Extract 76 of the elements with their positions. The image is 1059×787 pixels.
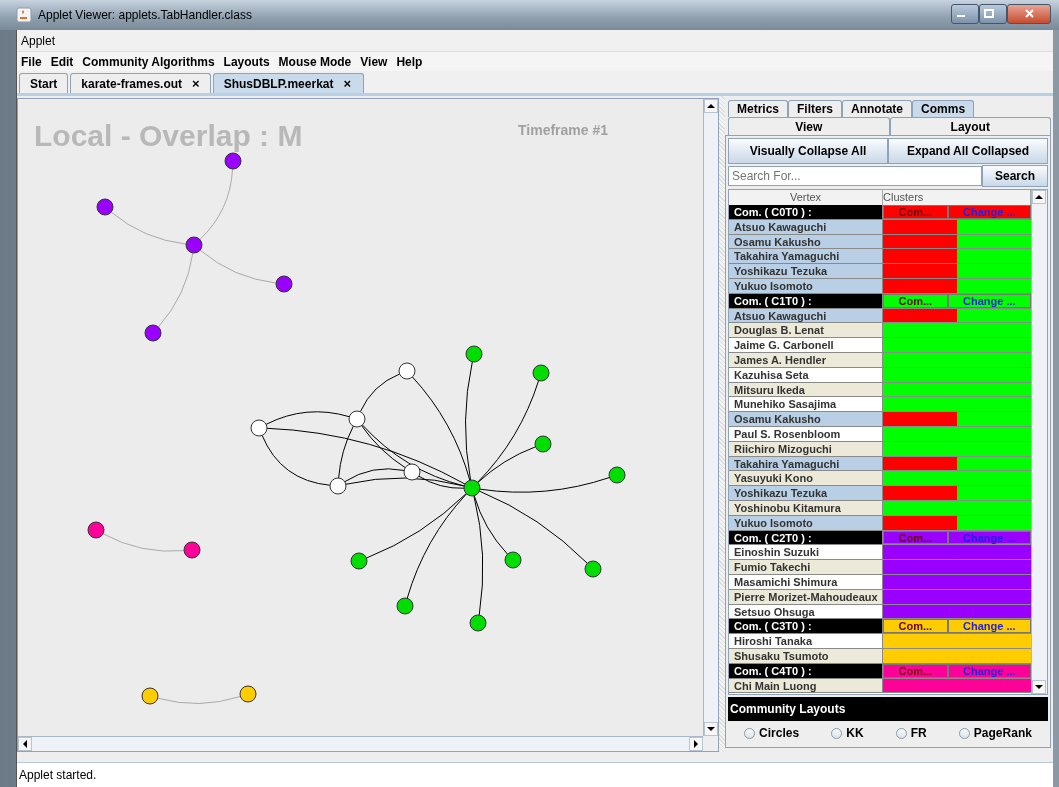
- graph-node[interactable]: [87, 521, 105, 539]
- radio-button[interactable]: Circles: [744, 726, 800, 740]
- graph-node[interactable]: [534, 435, 552, 453]
- action-button[interactable]: Expand All Collapsed: [888, 138, 1048, 164]
- tab[interactable]: Start: [19, 73, 69, 93]
- tab[interactable]: karate-frames.out ×: [70, 73, 211, 93]
- menu-item[interactable]: Edit: [50, 54, 74, 69]
- graph-node[interactable]: [275, 275, 293, 293]
- graph-node[interactable]: [396, 597, 414, 615]
- graph-node[interactable]: [348, 410, 366, 428]
- cluster-cell[interactable]: Change ...: [947, 619, 1031, 634]
- graph-edge: [359, 373, 401, 413]
- tab[interactable]: View: [728, 117, 890, 135]
- graph-node[interactable]: [463, 479, 481, 497]
- tab[interactable]: ShusDBLP.meerkat ×: [212, 73, 365, 93]
- radio-button[interactable]: FR: [895, 726, 927, 740]
- close-tab-button[interactable]: ×: [192, 76, 200, 91]
- search-field[interactable]: Search For...: [728, 166, 982, 186]
- vertical-scrollbar[interactable]: [703, 99, 718, 736]
- graph-edge: [199, 168, 234, 240]
- table-cell: Douglas B. Lenat: [729, 323, 883, 338]
- table-cell: Com. ( C3T0 ) :: [729, 619, 883, 634]
- column-header[interactable]: Vertex: [729, 190, 883, 205]
- menu-item[interactable]: Applet: [21, 33, 56, 48]
- section-header: Community Layouts: [728, 697, 1048, 721]
- cluster-cell[interactable]: Com...: [883, 619, 948, 634]
- horizontal-scrollbar[interactable]: [18, 736, 703, 751]
- table-cell: Yoshikazu Tezuka: [729, 264, 883, 278]
- graph-node[interactable]: [398, 362, 416, 380]
- tab[interactable]: Comms: [912, 100, 975, 117]
- tab[interactable]: Layout: [889, 117, 1051, 135]
- close-tab-button[interactable]: ×: [343, 76, 352, 91]
- graph-node[interactable]: [183, 541, 201, 559]
- maximize-button[interactable]: [979, 4, 1007, 24]
- table-cell: Fumio Takechi: [729, 560, 883, 574]
- graph-node[interactable]: [504, 551, 522, 569]
- status-bar: Applet started.: [17, 762, 1053, 787]
- table-cell: Yasuyuki Kono: [729, 471, 883, 486]
- vertical-scrollbar[interactable]: [1031, 190, 1047, 694]
- graph-node[interactable]: [469, 614, 487, 632]
- graph-node[interactable]: [532, 364, 550, 382]
- graph-node[interactable]: [465, 345, 483, 363]
- graph-node[interactable]: [96, 198, 114, 216]
- table-cell: Takahira Yamaguchi: [729, 249, 883, 264]
- graph-node[interactable]: [329, 477, 347, 495]
- radio-button[interactable]: PageRank: [958, 726, 1032, 740]
- graph-node[interactable]: [350, 552, 368, 570]
- window-title: Applet Viewer: applets.TabHandler.class: [38, 8, 252, 22]
- menu-item[interactable]: View: [360, 54, 388, 69]
- timeframe-label: Timeframe #1: [518, 122, 608, 138]
- menu-item[interactable]: Help: [396, 54, 423, 69]
- graph-node[interactable]: [584, 560, 602, 578]
- menu-item[interactable]: Mouse Mode: [278, 54, 352, 69]
- action-button[interactable]: Visually Collapse All: [728, 138, 888, 164]
- table-cell: Com. ( C0T0 ) :: [729, 205, 883, 219]
- menu-item[interactable]: Community Algorithms: [82, 54, 215, 69]
- graph-node[interactable]: [239, 685, 257, 703]
- tab[interactable]: Metrics: [728, 100, 789, 117]
- column-header[interactable]: Clusters: [883, 190, 1031, 205]
- tab[interactable]: Filters: [788, 100, 843, 117]
- table-cell: Yoshikazu Tezuka: [729, 486, 883, 500]
- graph-node[interactable]: [224, 152, 242, 170]
- graph-node[interactable]: [403, 463, 421, 481]
- graph-node[interactable]: [250, 419, 268, 437]
- menu-item[interactable]: Layouts: [223, 54, 270, 69]
- graph-node[interactable]: [141, 687, 159, 705]
- graph-node[interactable]: [144, 324, 162, 342]
- minimize-button[interactable]: [951, 4, 979, 24]
- graph-node[interactable]: [608, 466, 626, 484]
- close-button[interactable]: [1007, 4, 1051, 24]
- table-cell: Osamu Kakusho: [729, 412, 883, 426]
- search-button[interactable]: Search: [982, 165, 1048, 187]
- graph-node[interactable]: [185, 236, 203, 254]
- menu-item[interactable]: File: [21, 54, 42, 69]
- tab[interactable]: Annotate: [842, 100, 913, 117]
- radio-button[interactable]: KK: [831, 726, 864, 740]
